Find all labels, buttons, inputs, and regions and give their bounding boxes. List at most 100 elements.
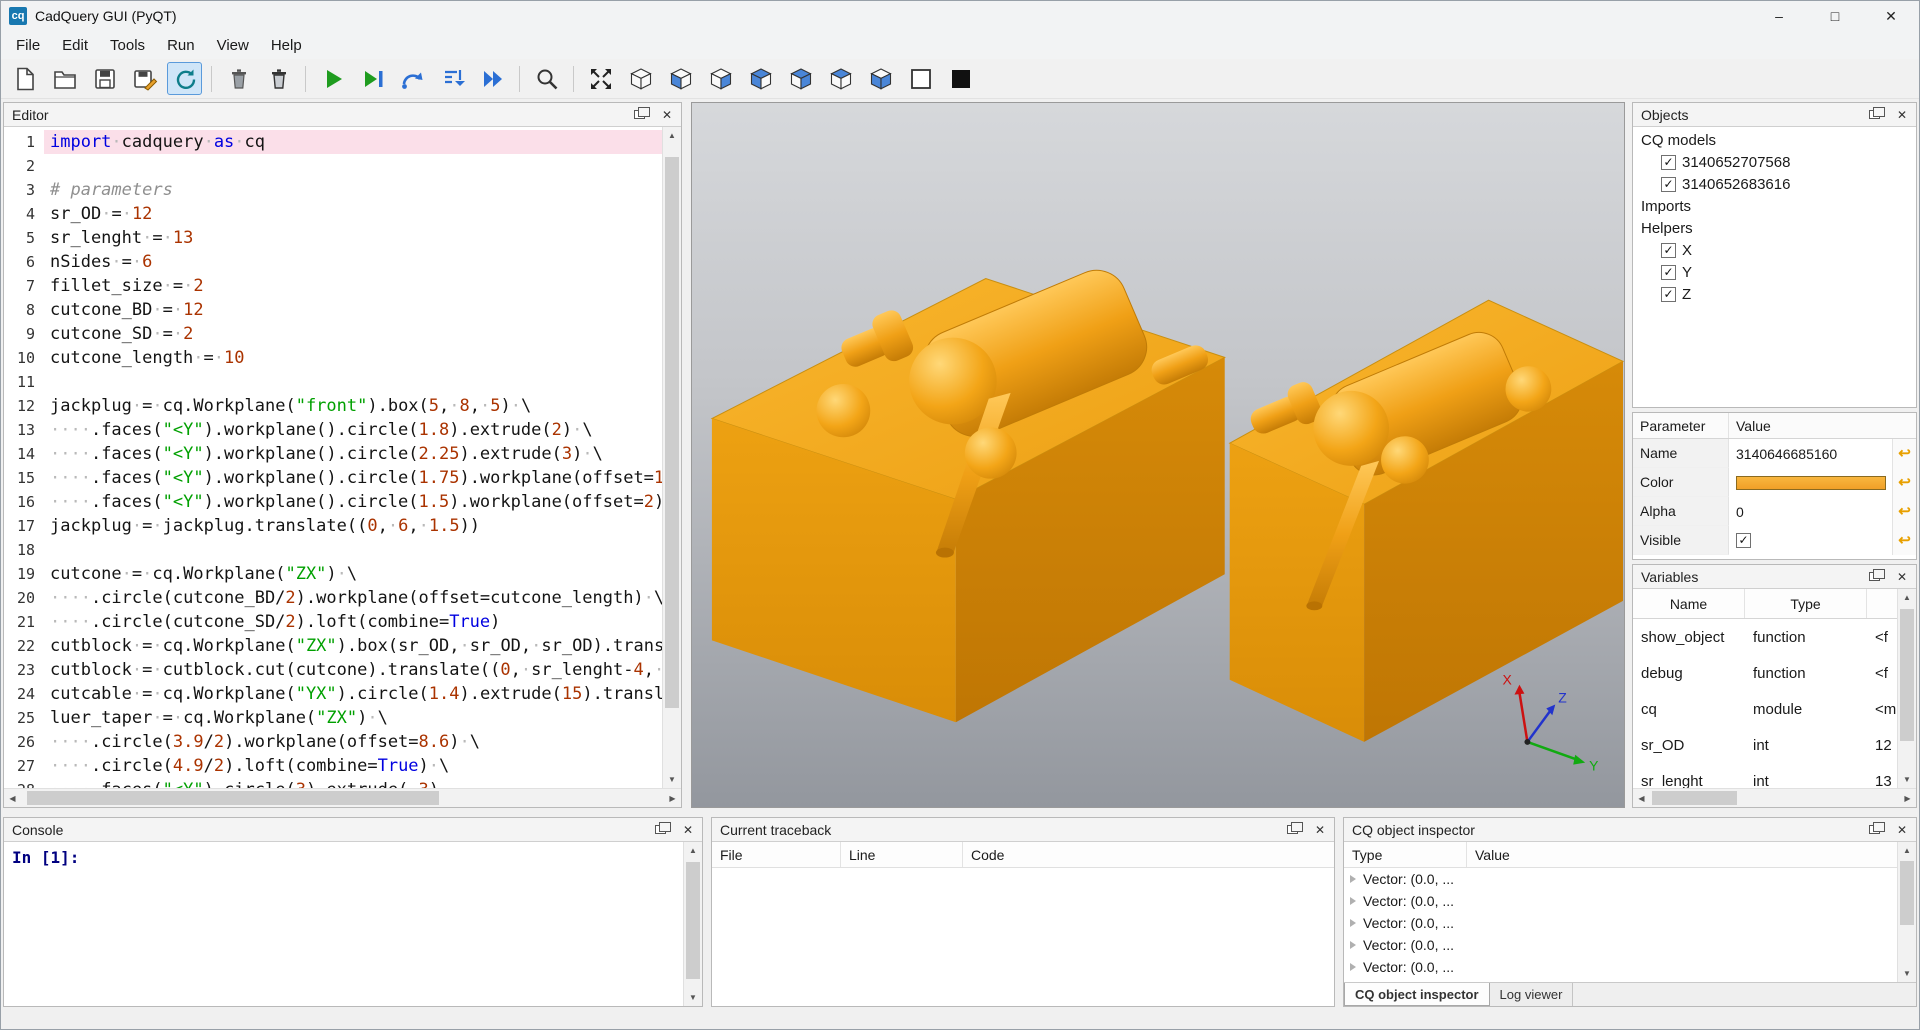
editor-float-button[interactable] [631, 107, 647, 123]
property-value[interactable]: 0 [1729, 497, 1892, 526]
code-line[interactable]: 2 [4, 154, 662, 178]
run-script-button[interactable] [315, 62, 350, 95]
code-line[interactable]: 11 [4, 370, 662, 394]
objects-close-button[interactable]: ✕ [1894, 107, 1910, 123]
code-line[interactable]: 9cutcone_SD·=·2 [4, 322, 662, 346]
debug-script-button[interactable] [355, 62, 390, 95]
variable-row-cq[interactable]: cqmodule<m [1633, 691, 1897, 727]
chevron-right-icon[interactable] [1350, 897, 1356, 905]
code-line[interactable]: 7fillet_size·=·2 [4, 274, 662, 298]
menu-view[interactable]: View [206, 33, 260, 58]
minimize-button[interactable]: – [1751, 1, 1807, 31]
code-line[interactable]: 6nSides·=·6 [4, 250, 662, 274]
tree-item-helpers[interactable]: Helpers [1633, 217, 1916, 239]
code-line[interactable]: 10cutcone_length·=·10 [4, 346, 662, 370]
console-float-button[interactable] [652, 822, 668, 838]
inspector-row[interactable]: Vector: (0.0, ... [1344, 868, 1897, 890]
scroll-arrow[interactable]: ▲ [684, 842, 702, 859]
objects-panel-header[interactable]: Objects ✕ [1633, 103, 1916, 127]
checkbox[interactable]: ✓ [1661, 177, 1676, 192]
chevron-right-icon[interactable] [1350, 963, 1356, 971]
console-close-button[interactable]: ✕ [680, 822, 696, 838]
zoom-view-button[interactable] [529, 62, 564, 95]
view-top-button[interactable] [823, 62, 858, 95]
code-line[interactable]: 5sr_lenght·=·13 [4, 226, 662, 250]
variables-float-button[interactable] [1866, 569, 1882, 585]
new-file-button[interactable] [7, 62, 42, 95]
code-line[interactable]: 17jackplug·=·jackplug.translate((0,·6,·1… [4, 514, 662, 538]
code-line[interactable]: 19cutcone·=·cq.Workplane("ZX")·\ [4, 562, 662, 586]
column-header-parameter[interactable]: Parameter [1633, 413, 1729, 438]
chevron-right-icon[interactable] [1350, 875, 1356, 883]
scroll-arrow[interactable]: ▼ [1898, 771, 1916, 788]
step-over-button[interactable] [395, 62, 430, 95]
view-back-button[interactable] [703, 62, 738, 95]
column-header-code[interactable]: Code [963, 842, 1334, 867]
tree-item-3140652707568[interactable]: ✓3140652707568 [1633, 151, 1916, 173]
checkbox[interactable]: ✓ [1661, 243, 1676, 258]
reset-button[interactable]: ↩ [1892, 468, 1916, 497]
property-value[interactable]: 3140646685160 [1729, 439, 1892, 468]
code-line[interactable]: 13····.faces("<Y").workplane().circle(1.… [4, 418, 662, 442]
chevron-right-icon[interactable] [1350, 919, 1356, 927]
step-into-button[interactable] [435, 62, 470, 95]
view-right-button[interactable] [783, 62, 818, 95]
scroll-arrow[interactable]: ▲ [1898, 842, 1916, 859]
tree-item-3140652683616[interactable]: ✓3140652683616 [1633, 173, 1916, 195]
code-line[interactable]: 12jackplug·=·cq.Workplane("front").box(5… [4, 394, 662, 418]
close-button[interactable]: ✕ [1863, 1, 1919, 31]
tree-item-cq-models[interactable]: CQ models [1633, 129, 1916, 151]
scroll-thumb[interactable] [686, 862, 700, 979]
clear-console-button[interactable] [221, 62, 256, 95]
view-front-button[interactable] [663, 62, 698, 95]
variables-horizontal-scrollbar[interactable]: ◀▶ [1633, 788, 1916, 807]
save-as-button[interactable] [127, 62, 162, 95]
code-line[interactable]: 16····.faces("<Y").workplane().circle(1.… [4, 490, 662, 514]
tree-item-imports[interactable]: Imports [1633, 195, 1916, 217]
code-line[interactable]: 21····.circle(cutcone_SD/2).loft(combine… [4, 610, 662, 634]
code-line[interactable]: 25luer_taper·=·cq.Workplane("ZX")·\ [4, 706, 662, 730]
scroll-arrow[interactable]: ▼ [684, 989, 702, 1006]
editor-code[interactable]: 1import·cadquery·as·cq23# parameters4sr_… [4, 127, 662, 788]
variables-vertical-scrollbar[interactable]: ▲▼ [1897, 589, 1916, 788]
property-value[interactable]: ✓ [1729, 526, 1892, 555]
column-header-value[interactable]: Value [1467, 842, 1897, 867]
inspector-panel-header[interactable]: CQ object inspector ✕ [1344, 818, 1916, 842]
checkbox[interactable]: ✓ [1736, 533, 1751, 548]
reset-button[interactable]: ↩ [1892, 526, 1916, 555]
scroll-arrow[interactable]: ▲ [663, 127, 681, 144]
scroll-thumb[interactable] [665, 157, 679, 709]
maximize-button[interactable]: □ [1807, 1, 1863, 31]
code-line[interactable]: 26····.circle(3.9/2).workplane(offset=8.… [4, 730, 662, 754]
editor-vertical-scrollbar[interactable]: ▲▼ [662, 127, 681, 788]
console-input-area[interactable]: In [1]: [4, 842, 683, 1006]
variables-panel-header[interactable]: Variables ✕ [1633, 565, 1916, 589]
column-header-file[interactable]: File [712, 842, 841, 867]
inspector-float-button[interactable] [1866, 822, 1882, 838]
color-swatch[interactable] [1736, 476, 1886, 490]
variable-row-sr-od[interactable]: sr_ODint12 [1633, 727, 1897, 763]
scroll-track[interactable] [684, 859, 702, 989]
continue-debug-button[interactable] [475, 62, 510, 95]
reset-button[interactable]: ↩ [1892, 439, 1916, 468]
mold-half-right[interactable] [1230, 300, 1623, 742]
column-header-line[interactable]: Line [841, 842, 963, 867]
code-line[interactable]: 23cutblock·=·cutblock.cut(cutcone).trans… [4, 658, 662, 682]
scroll-arrow[interactable]: ▶ [664, 789, 681, 807]
code-line[interactable]: 22cutblock·=·cq.Workplane("ZX").box(sr_O… [4, 634, 662, 658]
tree-item-z[interactable]: ✓Z [1633, 283, 1916, 305]
viewport-3d[interactable]: X Z Y [691, 102, 1625, 808]
view-left-button[interactable] [743, 62, 778, 95]
scroll-track[interactable] [1650, 789, 1899, 807]
menu-file[interactable]: File [5, 33, 51, 58]
code-line[interactable]: 24cutcable·=·cq.Workplane("YX").circle(1… [4, 682, 662, 706]
shaded-button[interactable] [943, 62, 978, 95]
delete-button[interactable] [261, 62, 296, 95]
code-line[interactable]: 27····.circle(4.9/2).loft(combine=True)·… [4, 754, 662, 778]
variable-row-show-object[interactable]: show_objectfunction<f [1633, 619, 1897, 655]
traceback-panel-header[interactable]: Current traceback ✕ [712, 818, 1334, 842]
inspector-row[interactable]: Vector: (0.0, ... [1344, 912, 1897, 934]
code-line[interactable]: 3# parameters [4, 178, 662, 202]
code-line[interactable]: 1import·cadquery·as·cq [4, 130, 662, 154]
code-line[interactable]: 20····.circle(cutcone_BD/2).workplane(of… [4, 586, 662, 610]
